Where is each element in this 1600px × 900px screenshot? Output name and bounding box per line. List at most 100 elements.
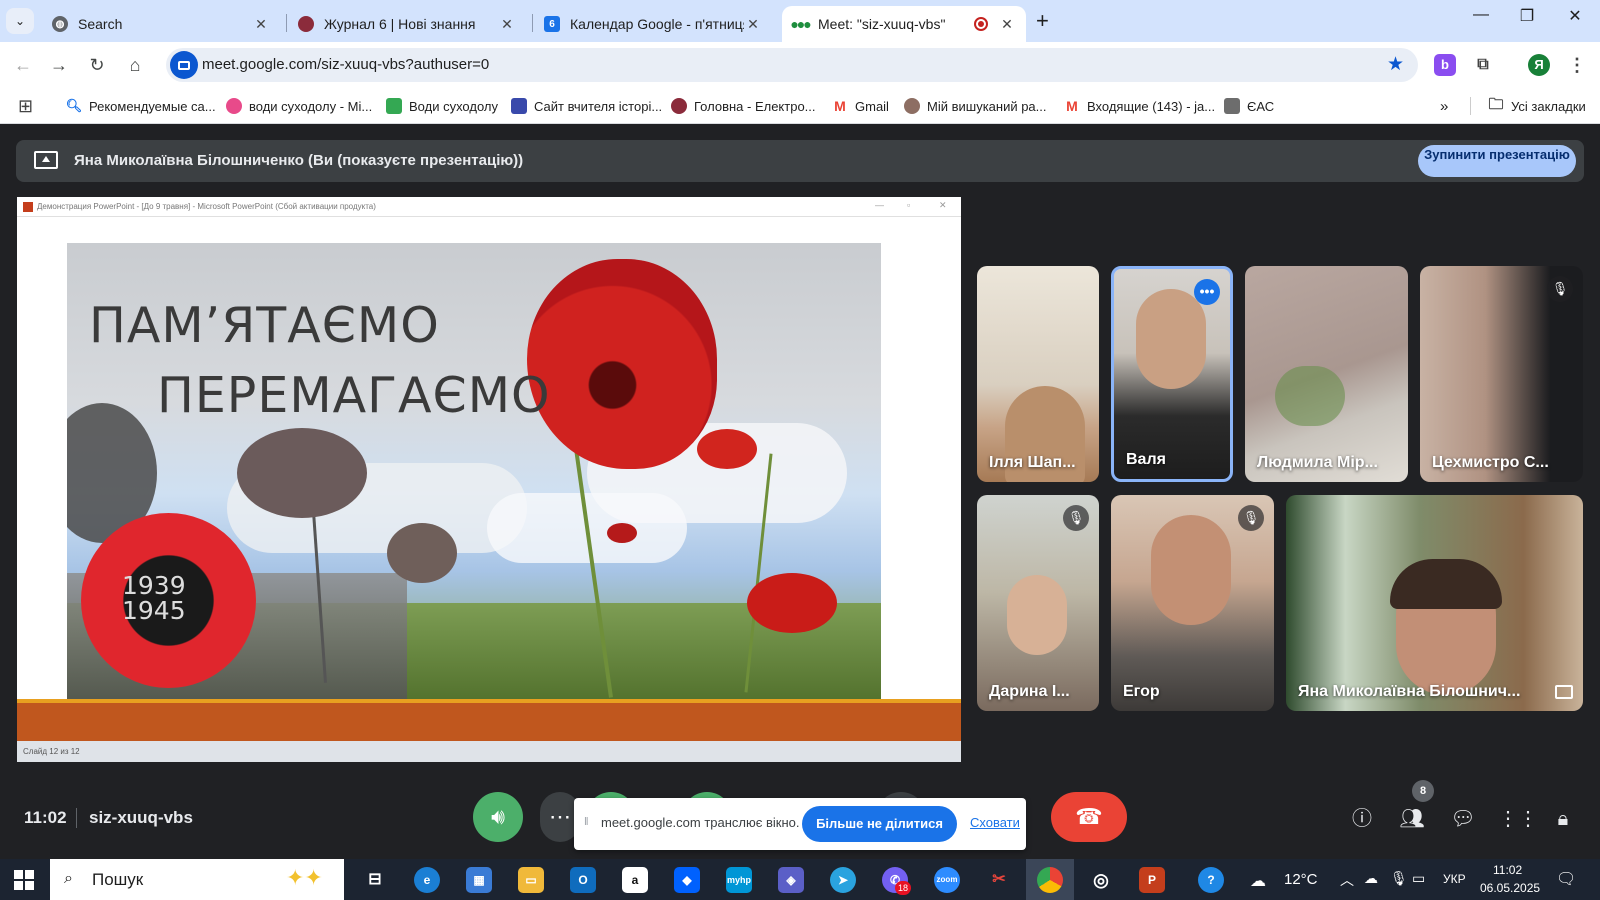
new-tab-icon[interactable]: + (1036, 8, 1049, 34)
tab-search-menu-button[interactable]: ⌄ (6, 8, 34, 34)
close-tab-icon[interactable]: ✕ (252, 16, 270, 33)
taskbar-time[interactable]: 11:02 (1493, 863, 1522, 877)
microphone-icon[interactable]: 🎙︎ (1390, 870, 1408, 887)
telegram-icon[interactable]: ➤ (830, 867, 856, 893)
stop-presenting-button[interactable]: Зупинити презентацію (1418, 145, 1576, 177)
obs-icon[interactable]: ◎ (1088, 867, 1114, 893)
powerpoint-icon (23, 202, 33, 212)
slide-years: 1939 1945 (122, 571, 186, 625)
reload-icon[interactable]: ↻ (84, 52, 110, 78)
host-controls-icon[interactable]: 🔒︎ (1548, 804, 1578, 834)
bookmark-item[interactable]: Головна - Електро... (671, 96, 816, 116)
meeting-details-icon[interactable]: ⓘ (1347, 804, 1377, 834)
hide-notice-link[interactable]: Сховати (970, 815, 1020, 830)
participant-tile-self[interactable]: Яна Миколаївна Білошнич... (1286, 495, 1583, 711)
tab-journal[interactable]: Журнал 6 | Нові знання ✕ (288, 6, 526, 42)
amazon-icon[interactable]: a (622, 867, 648, 893)
tab-calendar[interactable]: 6 Календар Google - п'ятниця, 1 ✕ (534, 6, 772, 42)
input-language[interactable]: УКР (1443, 872, 1466, 886)
ppt-status-bar: Слайд 12 из 12 (17, 741, 961, 762)
bookmark-item[interactable]: M Gmail (832, 96, 889, 116)
dropbox-icon[interactable]: ◆ (674, 867, 700, 893)
extension-b-icon[interactable]: b (1434, 54, 1456, 76)
mic-off-icon: 🎙︎ (1547, 276, 1573, 302)
taskbar-search[interactable]: ⌕ Пошук ✦✦ (50, 859, 344, 900)
bookmark-favicon-icon (1224, 98, 1240, 114)
zoom-icon[interactable]: zoom (934, 867, 960, 893)
bookmark-item[interactable]: Сайт вчителя історі... (511, 96, 662, 116)
myhp-icon[interactable]: myhp (726, 867, 752, 893)
participant-name: Людмила Мір... (1257, 454, 1378, 471)
drag-handle-icon[interactable]: ‖ (584, 816, 589, 828)
task-view-icon[interactable]: ⊟ (362, 867, 388, 893)
close-tab-icon[interactable]: ✕ (744, 16, 762, 33)
forward-icon[interactable]: → (46, 52, 72, 78)
participant-tile[interactable]: 🎙︎ Егор (1111, 495, 1274, 711)
profile-avatar[interactable]: Я (1528, 54, 1550, 76)
bookmark-item[interactable]: M Входящие (143) - ja... (1064, 96, 1215, 116)
tab-meet[interactable]: ●●● Meet: "siz-xuuq-vbs" ✕ (782, 6, 1026, 42)
ppt-titlebar: Демонстрация PowerPoint - [До 9 травня] … (17, 197, 961, 217)
meeting-time: 11:02 (24, 808, 67, 827)
share-notice-text: meet.google.com транслює вікно. (601, 815, 800, 830)
bookmark-item[interactable]: Води суходолу (386, 96, 498, 116)
bookmark-item[interactable]: Мій вишуканий ра... (904, 96, 1047, 116)
taskbar-date[interactable]: 06.05.2025 (1480, 881, 1540, 895)
tray-chevron-icon[interactable]: ︿ (1340, 870, 1354, 890)
file-explorer-icon[interactable]: ▭ (518, 867, 544, 893)
speaker-volume-button[interactable]: 🔊︎ (473, 792, 523, 842)
onedrive-icon[interactable]: ☁ (1364, 870, 1378, 887)
all-bookmarks-folder[interactable]: 🗀 Усі закладки (1488, 96, 1585, 116)
browser-tab-strip: ⌄ ◍ Search ✕ Журнал 6 | Нові знання ✕ 6 … (0, 0, 1600, 42)
journal-icon (298, 16, 314, 32)
windows-taskbar: ⌕ Пошук ✦✦ ⊟ e ▦ ▭ O a ◆ myhp ◈ ➤ ✆ 18 z… (0, 859, 1600, 900)
screen-tool-icon[interactable]: ✂ (986, 867, 1012, 893)
minimize-icon[interactable]: — (1458, 6, 1504, 24)
restore-icon[interactable]: ❐ (1504, 6, 1550, 26)
participant-tile-active-speaker[interactable]: ••• Валя (1111, 266, 1233, 482)
tab-search[interactable]: ◍ Search ✕ (42, 6, 280, 42)
participant-count-badge: 8 (1412, 780, 1434, 802)
bookmark-item[interactable]: води суходолу - Mi... (226, 96, 372, 116)
extensions-puzzle-icon[interactable]: ⧉ (1472, 54, 1494, 76)
powerpoint-icon[interactable]: P (1139, 867, 1165, 893)
notifications-icon[interactable]: 🗨︎ (1556, 869, 1576, 889)
participant-tile[interactable]: 🎙︎ Цехмистро С... (1420, 266, 1583, 482)
battery-icon[interactable]: ▭ (1412, 870, 1425, 887)
ppt-close-icon: ✕ (939, 200, 947, 210)
bookmark-item[interactable]: ЄАС (1224, 96, 1274, 116)
menu-kebab-icon[interactable]: ⋮ (1566, 54, 1588, 76)
participant-tile[interactable]: 🎙︎ Дарина І... (977, 495, 1099, 711)
site-info-icon[interactable] (170, 51, 198, 79)
participant-name: Яна Миколаївна Білошнич... (1298, 683, 1521, 700)
url-text: meet.google.com/siz-xuuq-vbs?authuser=0 (202, 56, 490, 73)
store-icon[interactable]: ▦ (466, 867, 492, 893)
weather-temperature[interactable]: 12°C (1284, 871, 1318, 888)
back-icon[interactable]: ← (10, 52, 36, 78)
presenting-text: Яна Миколаївна Білошниченко (Ви (показує… (74, 152, 524, 169)
participant-tile[interactable]: Ілля Шап... (977, 266, 1099, 482)
slide-area: ПАМ’ЯТАЄМО ПЕРЕМАГАЄМО 1939 1945 (17, 219, 961, 741)
home-icon[interactable]: ⌂ (122, 52, 148, 78)
more-bookmarks-icon[interactable]: » (1440, 96, 1448, 116)
stop-sharing-button[interactable]: Більше не ділитися (802, 806, 957, 842)
chrome-icon[interactable] (1037, 867, 1063, 893)
people-icon[interactable]: 👥︎ (1397, 804, 1427, 834)
apps-grid-icon[interactable]: ⊞ (18, 96, 33, 116)
close-window-icon[interactable]: ✕ (1552, 6, 1598, 26)
windows-start-icon[interactable] (14, 870, 34, 890)
edge-icon[interactable]: e (414, 867, 440, 893)
outlook-icon[interactable]: O (570, 867, 596, 893)
leave-call-button[interactable]: ☎︎ (1051, 792, 1127, 842)
copilot-icon[interactable]: ◈ (778, 867, 804, 893)
activities-grid-icon[interactable]: ⋮⋮ (1498, 804, 1538, 834)
close-tab-icon[interactable]: ✕ (498, 16, 516, 33)
bookmark-item[interactable]: 🔍︎ Рекомендуемые са... (66, 96, 216, 116)
picture-in-picture-icon[interactable] (1555, 685, 1573, 699)
chat-icon[interactable]: 💬︎ (1448, 804, 1478, 834)
bookmark-star-icon[interactable]: ★ (1387, 53, 1404, 76)
help-icon[interactable]: ? (1198, 867, 1224, 893)
participant-tile[interactable]: Людмила Мір... (1245, 266, 1408, 482)
close-tab-icon[interactable]: ✕ (998, 16, 1016, 33)
address-bar[interactable]: meet.google.com/siz-xuuq-vbs?authuser=0 … (166, 48, 1418, 82)
